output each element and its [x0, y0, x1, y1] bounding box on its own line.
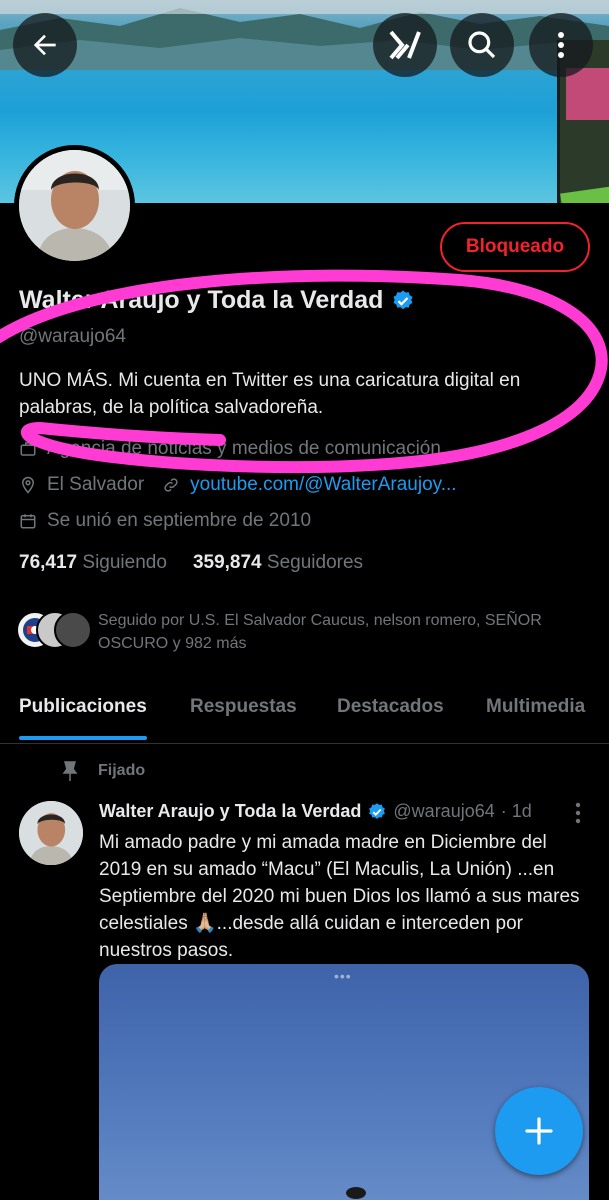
- briefcase-icon: [20, 442, 36, 456]
- followed-by-text: Seguido por U.S. El Salvador Caucus, nel…: [98, 612, 542, 652]
- search-icon: [468, 31, 496, 59]
- media-figure: [346, 1187, 366, 1199]
- following-count: 76,417: [19, 552, 78, 573]
- arrow-left-icon: [33, 34, 56, 56]
- following-label: Siguiendo: [82, 552, 167, 573]
- location-text: El Salvador: [47, 474, 145, 495]
- avatar: [19, 150, 130, 261]
- tab-destacados[interactable]: Destacados: [337, 690, 444, 718]
- link-icon: [164, 478, 178, 492]
- post-text: Mi amado padre y mi amada madre en Dicie…: [99, 832, 580, 961]
- banner-mountains: [0, 0, 609, 70]
- post-more-button[interactable]: [566, 800, 590, 826]
- avatar: [54, 611, 92, 649]
- joined-text: Se unió en septiembre de 2010: [47, 510, 312, 531]
- tab-respuestas[interactable]: Respuestas: [190, 690, 297, 718]
- vertical-dots-icon: [558, 32, 564, 58]
- pin-icon: [62, 761, 78, 781]
- post-header: Walter Araujo y Toda la Verdad @waraujo6…: [99, 801, 532, 822]
- calendar-icon: [20, 514, 36, 529]
- verified-badge-icon: [393, 290, 413, 309]
- tab-publicaciones[interactable]: Publicaciones: [19, 690, 147, 740]
- followed-by-avatars: [16, 611, 96, 651]
- followers-count: 359,874: [192, 552, 262, 573]
- profile-location-link: El Salvador youtube.com/@WalterAraujoy..…: [19, 474, 457, 496]
- followers-link[interactable]: 359,874 Seguidores: [193, 552, 363, 574]
- post-author-handle: @waraujo64: [393, 801, 495, 821]
- vertical-dots-icon: [575, 802, 581, 824]
- following-link[interactable]: 76,417 Siguiendo: [19, 552, 167, 574]
- profile-category: Agencia de noticias y medios de comunica…: [19, 438, 441, 460]
- display-name: Walter Araujo y Toda la Verdad: [19, 286, 384, 314]
- media-drag-handle: •••: [334, 968, 352, 984]
- blocked-button[interactable]: Bloqueado: [440, 222, 590, 272]
- tab-multimedia[interactable]: Multimedia: [486, 690, 585, 718]
- post-time: · 1d: [500, 801, 532, 821]
- profile-name: Walter Araujo y Toda la Verdad: [19, 286, 415, 315]
- profile-joined: Se unió en septiembre de 2010: [19, 510, 311, 532]
- compose-button[interactable]: [495, 1087, 583, 1175]
- verified-badge-icon: [369, 802, 386, 819]
- pinned-label: Fijado: [98, 762, 146, 779]
- grok-button[interactable]: [373, 13, 437, 77]
- profile-website-link[interactable]: youtube.com/@WalterAraujoy...: [190, 474, 456, 496]
- location-pin-icon: [21, 476, 35, 494]
- profile-tabs: Publicaciones Respuestas Destacados Mult…: [0, 690, 609, 744]
- grok-icon: [389, 30, 421, 60]
- category-text: Agencia de noticias y medios de comunica…: [47, 438, 441, 459]
- post-author-name[interactable]: Walter Araujo y Toda la Verdad: [99, 801, 361, 822]
- plus-icon: [525, 1117, 553, 1145]
- profile-handle: @waraujo64: [19, 326, 126, 347]
- search-button[interactable]: [450, 13, 514, 77]
- profile-stats: 76,417 Siguiendo 359,874 Seguidores: [19, 552, 363, 574]
- more-button[interactable]: [529, 13, 593, 77]
- profile-avatar[interactable]: [14, 145, 135, 266]
- post-author-avatar[interactable]: [19, 801, 83, 865]
- pinned-indicator: Fijado: [60, 760, 145, 782]
- followers-label: Seguidores: [266, 552, 364, 573]
- profile-bio: UNO MÁS. Mi cuenta en Twitter es una car…: [19, 370, 521, 418]
- back-button[interactable]: [13, 13, 77, 77]
